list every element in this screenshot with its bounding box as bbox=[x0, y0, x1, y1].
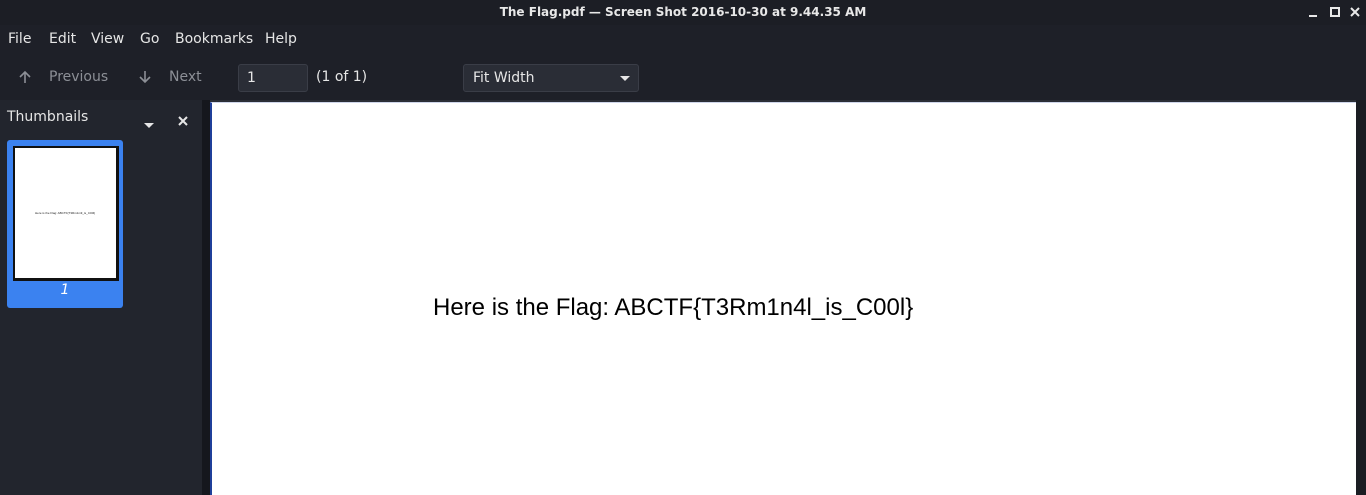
sidebar-close-button[interactable] bbox=[177, 112, 189, 131]
toolbar: Previous Next (1 of 1) Fit Width bbox=[0, 55, 1366, 100]
maximize-button[interactable] bbox=[1325, 2, 1345, 22]
document-viewer[interactable]: Here is the Flag: ABCTF{T3Rm1n4l_is_C00l… bbox=[210, 100, 1356, 495]
window-title: The Flag.pdf — Screen Shot 2016-10-30 at… bbox=[499, 5, 867, 19]
document-text: Here is the Flag: ABCTF{T3Rm1n4l_is_C00l… bbox=[433, 294, 914, 321]
thumbnails-sidebar: Thumbnails Here is the Flag: ABCTF{T3Rm1… bbox=[0, 100, 202, 495]
menu-bar: File Edit View Go Bookmarks Help bbox=[0, 25, 1366, 55]
next-button[interactable]: Next bbox=[137, 66, 203, 90]
previous-label: Previous bbox=[49, 69, 109, 85]
page-number-input[interactable] bbox=[238, 64, 308, 92]
page-count-label: (1 of 1) bbox=[316, 69, 368, 85]
sidebar-splitter[interactable] bbox=[202, 100, 210, 495]
vertical-scrollbar[interactable] bbox=[1356, 100, 1366, 495]
sidebar-title: Thumbnails bbox=[7, 109, 89, 125]
next-label: Next bbox=[169, 69, 202, 85]
zoom-select[interactable]: Fit Width bbox=[463, 64, 639, 92]
thumbnail-page-number: 1 bbox=[60, 282, 70, 298]
menu-view[interactable]: View bbox=[91, 31, 124, 47]
document-page: Here is the Flag: ABCTF{T3Rm1n4l_is_C00l… bbox=[210, 102, 1356, 495]
chevron-down-icon bbox=[620, 76, 630, 81]
minimize-button[interactable] bbox=[1303, 2, 1323, 22]
close-icon bbox=[178, 116, 188, 126]
close-window-button[interactable] bbox=[1345, 2, 1365, 22]
close-icon bbox=[1350, 7, 1360, 17]
chevron-down-icon bbox=[144, 123, 154, 128]
menu-go[interactable]: Go bbox=[140, 31, 159, 47]
maximize-icon bbox=[1330, 7, 1340, 17]
thumbnail-item[interactable]: Here is the Flag: ABCTF{T3Rm1n4l_is_C00l… bbox=[7, 140, 123, 308]
minimize-icon bbox=[1309, 15, 1317, 17]
menu-edit[interactable]: Edit bbox=[49, 31, 76, 47]
arrow-down-icon bbox=[139, 71, 151, 84]
arrow-up-icon bbox=[19, 70, 31, 83]
title-bar: The Flag.pdf — Screen Shot 2016-10-30 at… bbox=[0, 0, 1366, 25]
previous-button[interactable]: Previous bbox=[17, 66, 109, 90]
menu-bookmarks[interactable]: Bookmarks bbox=[175, 31, 253, 47]
sidebar-mode-dropdown[interactable] bbox=[143, 114, 155, 133]
sidebar-header: Thumbnails bbox=[0, 100, 202, 135]
thumbnail-preview-text: Here is the Flag: ABCTF{T3Rm1n4l_is_C00l… bbox=[35, 211, 96, 215]
menu-help[interactable]: Help bbox=[265, 31, 297, 47]
thumbnail-preview: Here is the Flag: ABCTF{T3Rm1n4l_is_C00l… bbox=[13, 146, 119, 281]
menu-file[interactable]: File bbox=[8, 31, 31, 47]
zoom-value: Fit Width bbox=[473, 70, 535, 86]
